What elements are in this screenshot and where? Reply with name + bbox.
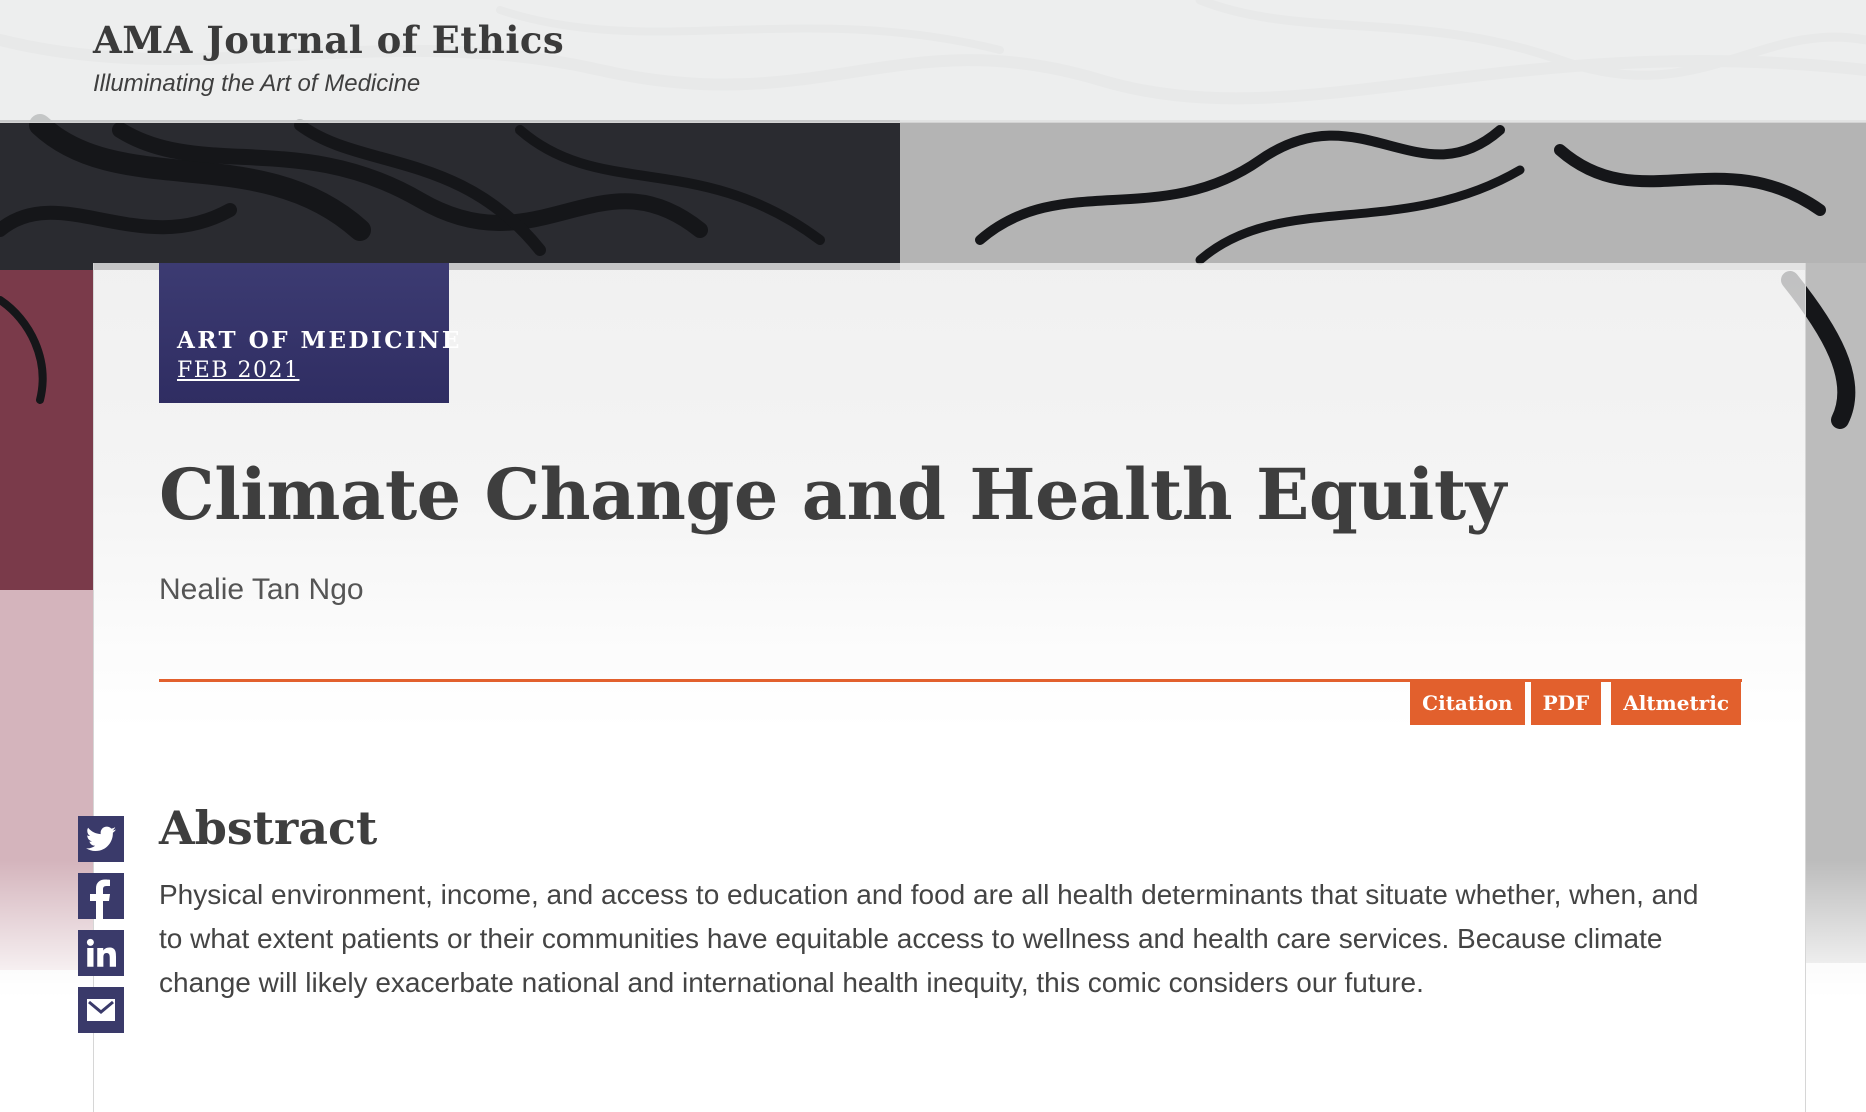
email-share-button[interactable] <box>78 987 124 1033</box>
site-header: AMA Journal of Ethics Illuminating the A… <box>0 0 1866 123</box>
twitter-icon <box>86 826 116 851</box>
site-tagline: Illuminating the Art of Medicine <box>93 70 421 97</box>
abstract-text: Physical environment, income, and access… <box>159 879 1699 998</box>
share-bar <box>78 816 124 1033</box>
linkedin-share-button[interactable] <box>78 930 124 976</box>
facebook-share-button[interactable] <box>78 873 124 919</box>
site-title[interactable]: AMA Journal of Ethics <box>93 18 564 62</box>
article-card: ART OF MEDICINE FEB 2021 Climate Change … <box>93 263 1806 1112</box>
section-badge: ART OF MEDICINE FEB 2021 <box>159 263 462 403</box>
email-icon <box>87 999 115 1021</box>
twitter-share-button[interactable] <box>78 816 124 862</box>
abstract-heading: Abstract <box>159 801 378 855</box>
facebook-icon <box>90 879 110 919</box>
article-actions: Citation PDF Altmetric <box>1410 681 1741 725</box>
pdf-button[interactable]: PDF <box>1530 681 1602 725</box>
article-title: Climate Change and Health Equity <box>159 453 1506 536</box>
altmetric-button[interactable]: Altmetric <box>1611 681 1741 725</box>
section-name: ART OF MEDICINE <box>177 327 462 354</box>
linkedin-icon <box>86 938 116 967</box>
issue-link[interactable]: FEB 2021 <box>177 358 449 383</box>
citation-button[interactable]: Citation <box>1410 681 1525 725</box>
article-author[interactable]: Nealie Tan Ngo <box>159 573 364 607</box>
